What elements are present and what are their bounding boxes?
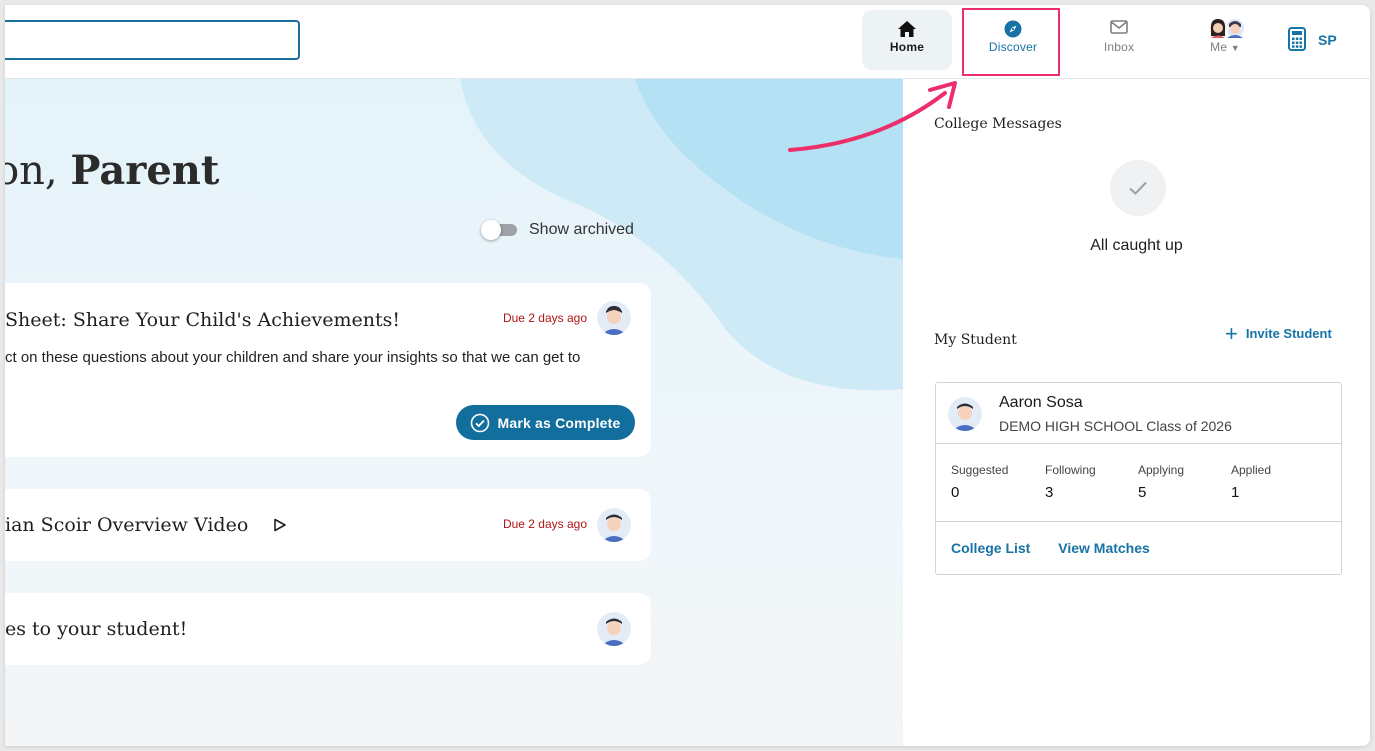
stat-value: 1	[1231, 484, 1240, 501]
student-avatar	[597, 301, 631, 335]
task-description: ct on these questions about your childre…	[5, 349, 581, 366]
nav-home[interactable]: Home	[862, 10, 952, 70]
envelope-icon	[1074, 10, 1164, 36]
student-name[interactable]: Aaron Sosa	[999, 394, 1083, 412]
task-card[interactable]: es to your student!	[5, 593, 651, 665]
stat-label: Suggested	[951, 463, 1009, 477]
family-avatars-icon	[1180, 10, 1270, 38]
due-label: Due 2 days ago	[502, 311, 587, 325]
student-avatar	[597, 508, 631, 542]
stat-applied: Applied 1	[1231, 463, 1271, 501]
page-greeting: oon, Parent	[5, 147, 219, 194]
stat-following: Following 3	[1045, 463, 1096, 501]
check-icon	[1110, 160, 1166, 216]
toggle-switch[interactable]	[481, 219, 519, 241]
task-title[interactable]: Sheet: Share Your Child's Achievements!	[5, 309, 400, 331]
student-school: DEMO HIGH SCHOOL Class of 2026	[999, 418, 1232, 434]
home-icon	[862, 10, 952, 37]
discover-highlight-box	[962, 8, 1060, 76]
main-content: oon, Parent Show archived Sheet: Share Y…	[5, 79, 903, 746]
nav-me-label: Me	[1210, 40, 1228, 54]
task-card[interactable]: ian Scoir Overview Video Due 2 days ago	[5, 489, 651, 561]
nav-home-label: Home	[889, 40, 925, 54]
user-initials[interactable]: SP	[1318, 32, 1337, 48]
task-title[interactable]: ian Scoir Overview Video	[5, 514, 248, 536]
invite-student-button[interactable]: + Invite Student	[1225, 320, 1332, 346]
stat-label: Following	[1045, 463, 1096, 477]
annotation-arrow	[788, 81, 957, 152]
toggle-knob	[481, 220, 501, 240]
student-stats: Suggested 0 Following 3 Applying 5 Appli…	[936, 444, 1341, 522]
all-caught-up-text: All caught up	[1090, 237, 1183, 254]
nav-inbox[interactable]: Inbox	[1074, 10, 1164, 70]
student-links: College List View Matches	[951, 540, 1174, 556]
view-matches-link[interactable]: View Matches	[1058, 540, 1150, 556]
my-student-title: My Student	[934, 332, 1017, 348]
mark-as-complete-label: Mark as Complete	[497, 414, 621, 431]
stat-suggested: Suggested 0	[951, 463, 1008, 501]
plus-icon: +	[1225, 320, 1238, 346]
student-card: Aaron Sosa DEMO HIGH SCHOOL Class of 202…	[935, 382, 1342, 575]
calculator-icon[interactable]	[1288, 27, 1306, 56]
app-window: Home Discover Inbox Me ▼ SP on, Parent S…	[5, 5, 1370, 746]
task-card[interactable]: Sheet: Share Your Child's Achievements! …	[5, 283, 651, 457]
college-list-link[interactable]: College List	[951, 540, 1030, 556]
mark-as-complete-button[interactable]: Mark as Complete	[456, 405, 635, 440]
due-label: Due 2 days ago	[502, 517, 587, 531]
show-archived-toggle[interactable]: Show archived	[481, 219, 634, 241]
search-input[interactable]	[5, 20, 300, 60]
nav-me[interactable]: Me ▼	[1180, 10, 1270, 70]
task-title[interactable]: es to your student!	[5, 618, 187, 640]
caret-down-icon: ▼	[1230, 43, 1240, 53]
student-avatar	[597, 612, 631, 646]
stat-label: Applying	[1138, 463, 1185, 477]
top-nav-bar: Home Discover Inbox Me ▼ SP	[5, 5, 1370, 79]
stat-applying: Applying 5	[1138, 463, 1184, 501]
stat-value: 5	[1138, 484, 1147, 501]
student-avatar	[948, 397, 982, 431]
nav-me-label-wrap: Me ▼	[1180, 40, 1270, 54]
greeting-prefix: oon,	[5, 148, 58, 194]
stat-value: 3	[1045, 484, 1054, 501]
invite-student-label: Invite Student	[1245, 326, 1332, 341]
greeting-name: Parent	[70, 147, 220, 194]
stat-label: Applied	[1231, 463, 1272, 477]
show-archived-label: Show archived	[529, 221, 634, 238]
stat-value: 0	[951, 484, 960, 501]
play-icon[interactable]	[273, 518, 287, 532]
nav-inbox-label: Inbox	[1103, 40, 1135, 54]
right-panel: College Messages All caught up My Studen…	[903, 79, 1370, 746]
check-circle-icon	[471, 413, 490, 432]
student-header[interactable]: Aaron Sosa DEMO HIGH SCHOOL Class of 202…	[936, 383, 1341, 444]
